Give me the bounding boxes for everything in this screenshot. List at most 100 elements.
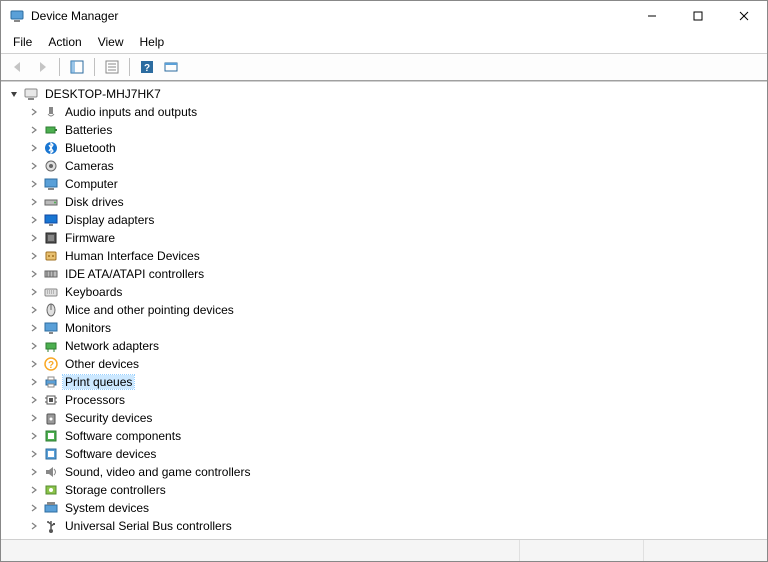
tree-item-label[interactable]: Batteries <box>63 123 114 137</box>
tree-item[interactable]: Batteries <box>7 121 767 139</box>
scan-hardware-button[interactable] <box>160 56 182 78</box>
tree-item-label[interactable]: Security devices <box>63 411 154 425</box>
menu-help[interactable]: Help <box>132 33 173 51</box>
chevron-right-icon[interactable] <box>27 375 41 389</box>
chevron-right-icon[interactable] <box>27 123 41 137</box>
chevron-right-icon[interactable] <box>27 339 41 353</box>
usb-icon <box>43 518 59 534</box>
tree-item[interactable]: Firmware <box>7 229 767 247</box>
chevron-right-icon[interactable] <box>27 501 41 515</box>
help-button[interactable]: ? <box>136 56 158 78</box>
tree-item[interactable]: Computer <box>7 175 767 193</box>
tree-item[interactable]: Universal Serial Bus controllers <box>7 517 767 535</box>
tree-item[interactable]: Mice and other pointing devices <box>7 301 767 319</box>
menu-file[interactable]: File <box>5 33 40 51</box>
tree-item[interactable]: Software components <box>7 427 767 445</box>
other-icon: ? <box>43 356 59 372</box>
tree-item[interactable]: Keyboards <box>7 283 767 301</box>
tree-root[interactable]: DESKTOP-MHJ7HK7 <box>7 85 767 103</box>
chevron-right-icon[interactable] <box>27 519 41 533</box>
tree-item-label[interactable]: Disk drives <box>63 195 126 209</box>
properties-button[interactable] <box>101 56 123 78</box>
tree-item-label[interactable]: Monitors <box>63 321 113 335</box>
tree-item-label[interactable]: Audio inputs and outputs <box>63 105 199 119</box>
tree-item-label[interactable]: Display adapters <box>63 213 156 227</box>
tree-item-label[interactable]: Mice and other pointing devices <box>63 303 236 317</box>
tree-item-label[interactable]: Human Interface Devices <box>63 249 202 263</box>
chevron-right-icon[interactable] <box>27 483 41 497</box>
close-button[interactable] <box>721 1 767 31</box>
chevron-right-icon[interactable] <box>27 447 41 461</box>
tree-item-label[interactable]: Storage controllers <box>63 483 168 497</box>
chevron-right-icon[interactable] <box>27 285 41 299</box>
tree-item-label[interactable]: Network adapters <box>63 339 161 353</box>
chevron-right-icon[interactable] <box>27 159 41 173</box>
chevron-right-icon[interactable] <box>27 177 41 191</box>
status-cell <box>520 540 644 561</box>
chevron-right-icon[interactable] <box>27 105 41 119</box>
chevron-right-icon[interactable] <box>27 429 41 443</box>
chevron-right-icon[interactable] <box>27 465 41 479</box>
audio-icon <box>43 104 59 120</box>
tree-item-label[interactable]: Cameras <box>63 159 116 173</box>
disk-icon <box>43 194 59 210</box>
toolbar-separator <box>94 58 95 76</box>
maximize-button[interactable] <box>675 1 721 31</box>
tree-item-label[interactable]: Sound, video and game controllers <box>63 465 252 479</box>
tree-item[interactable]: Human Interface Devices <box>7 247 767 265</box>
tree-item[interactable]: Software devices <box>7 445 767 463</box>
tree-item-label[interactable]: Computer <box>63 177 120 191</box>
chevron-right-icon[interactable] <box>27 213 41 227</box>
tree-item[interactable]: Display adapters <box>7 211 767 229</box>
tree-item-label[interactable]: Universal Serial Bus controllers <box>63 519 234 533</box>
computer-icon <box>23 86 39 102</box>
chevron-right-icon[interactable] <box>27 141 41 155</box>
device-tree[interactable]: DESKTOP-MHJ7HK7 Audio inputs and outputs… <box>1 81 767 539</box>
chevron-right-icon[interactable] <box>27 231 41 245</box>
menu-action[interactable]: Action <box>40 33 89 51</box>
tree-item-label[interactable]: Software devices <box>63 447 158 461</box>
chevron-right-icon[interactable] <box>27 411 41 425</box>
toolbar: ? <box>1 53 767 81</box>
tree-item-label[interactable]: Print queues <box>63 375 134 389</box>
minimize-button[interactable] <box>629 1 675 31</box>
svg-text:?: ? <box>48 360 54 371</box>
show-hide-console-tree-button[interactable] <box>66 56 88 78</box>
chevron-right-icon[interactable] <box>27 267 41 281</box>
tree-item[interactable]: Audio inputs and outputs <box>7 103 767 121</box>
tree-item-label[interactable]: Keyboards <box>63 285 124 299</box>
tree-item[interactable]: Monitors <box>7 319 767 337</box>
tree-item-label[interactable]: Processors <box>63 393 127 407</box>
tree-item-label[interactable]: Other devices <box>63 357 141 371</box>
tree-item[interactable]: Network adapters <box>7 337 767 355</box>
chevron-down-icon[interactable] <box>7 87 21 101</box>
chevron-right-icon[interactable] <box>27 393 41 407</box>
root-label[interactable]: DESKTOP-MHJ7HK7 <box>43 87 163 101</box>
tree-item-label[interactable]: Bluetooth <box>63 141 118 155</box>
toolbar-separator <box>59 58 60 76</box>
monitor-icon <box>43 320 59 336</box>
tree-item[interactable]: Disk drives <box>7 193 767 211</box>
chevron-right-icon[interactable] <box>27 303 41 317</box>
chevron-right-icon[interactable] <box>27 195 41 209</box>
tree-item[interactable]: Processors <box>7 391 767 409</box>
tree-item-label[interactable]: IDE ATA/ATAPI controllers <box>63 267 206 281</box>
tree-item[interactable]: Cameras <box>7 157 767 175</box>
tree-item[interactable]: IDE ATA/ATAPI controllers <box>7 265 767 283</box>
tree-item[interactable]: ? Other devices <box>7 355 767 373</box>
chevron-right-icon[interactable] <box>27 321 41 335</box>
chevron-right-icon[interactable] <box>27 357 41 371</box>
chevron-right-icon[interactable] <box>27 249 41 263</box>
tree-item[interactable]: Storage controllers <box>7 481 767 499</box>
tree-item[interactable]: System devices <box>7 499 767 517</box>
tree-item-label[interactable]: Software components <box>63 429 183 443</box>
tree-item[interactable]: Bluetooth <box>7 139 767 157</box>
tree-item-label[interactable]: Firmware <box>63 231 117 245</box>
tree-item[interactable]: Security devices <box>7 409 767 427</box>
svg-text:?: ? <box>144 63 150 74</box>
tree-item-label[interactable]: System devices <box>63 501 151 515</box>
tree-item[interactable]: Print queues <box>7 373 767 391</box>
menu-view[interactable]: View <box>90 33 132 51</box>
battery-icon <box>43 122 59 138</box>
tree-item[interactable]: Sound, video and game controllers <box>7 463 767 481</box>
